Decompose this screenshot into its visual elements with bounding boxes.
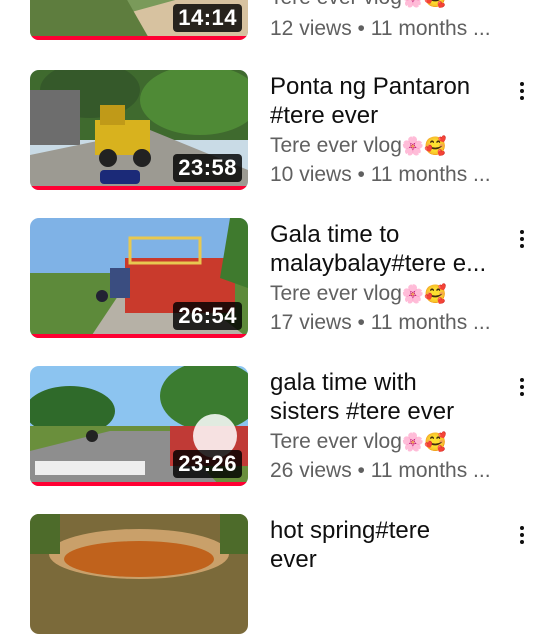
video-duration: 23:26 <box>173 450 242 478</box>
video-meta: 26 views • 11 months ... <box>270 459 491 482</box>
channel-emoji: 🌸🥰 <box>401 136 447 156</box>
channel-name[interactable]: Tere ever vlog🌸🥰 <box>270 282 447 306</box>
channel-name[interactable]: Tere ever vlog🌸🥰 <box>270 134 447 158</box>
channel-emoji: 🌸🥰 <box>401 284 447 304</box>
video-meta: 10 views • 11 months ... <box>270 163 491 186</box>
channel-name[interactable]: Tere ever vlog🌸🥰 <box>270 430 447 454</box>
watch-progress-bar <box>30 482 248 486</box>
video-thumbnail[interactable]: 14:14 <box>30 0 248 40</box>
watch-progress-bar <box>30 186 248 190</box>
thumbnail-image <box>30 514 248 634</box>
video-meta: 17 views • 11 months ... <box>270 311 491 334</box>
video-duration: 23:58 <box>173 154 242 182</box>
watch-progress-bar <box>30 334 248 338</box>
video-item[interactable]: 26:54 Gala time to malaybalay#tere e... … <box>0 218 560 348</box>
video-item[interactable]: 23:26 gala time with sisters #tere ever … <box>0 366 560 496</box>
channel-name[interactable]: Tere ever vlog🌸🥰 <box>270 0 447 10</box>
more-vert-icon[interactable] <box>512 76 532 106</box>
video-duration: 14:14 <box>173 4 242 32</box>
video-title[interactable]: Gala time to malaybalay#tere e... <box>270 220 502 278</box>
video-title[interactable]: gala time with sisters #tere ever <box>270 368 502 426</box>
more-vert-icon[interactable] <box>512 520 532 550</box>
channel-emoji: 🌸🥰 <box>402 0 447 8</box>
video-item[interactable]: 23:58 Ponta ng Pantaron #tere ever Tere … <box>0 70 560 200</box>
video-title[interactable]: Ponta ng Pantaron #tere ever <box>270 72 502 130</box>
video-thumbnail[interactable]: 23:26 <box>30 366 248 486</box>
more-vert-icon[interactable] <box>512 372 532 402</box>
video-thumbnail[interactable]: 26:54 <box>30 218 248 338</box>
video-title[interactable]: hot spring#tere ever <box>270 516 502 574</box>
watch-progress-bar <box>30 36 248 40</box>
more-vert-icon[interactable] <box>512 224 532 254</box>
video-item[interactable]: hot spring#tere ever <box>0 514 560 644</box>
video-thumbnail[interactable] <box>30 514 248 634</box>
video-meta: 12 views • 11 months ... <box>270 17 491 40</box>
video-duration: 26:54 <box>173 302 242 330</box>
channel-emoji: 🌸🥰 <box>401 432 447 452</box>
video-thumbnail[interactable]: 23:58 <box>30 70 248 190</box>
